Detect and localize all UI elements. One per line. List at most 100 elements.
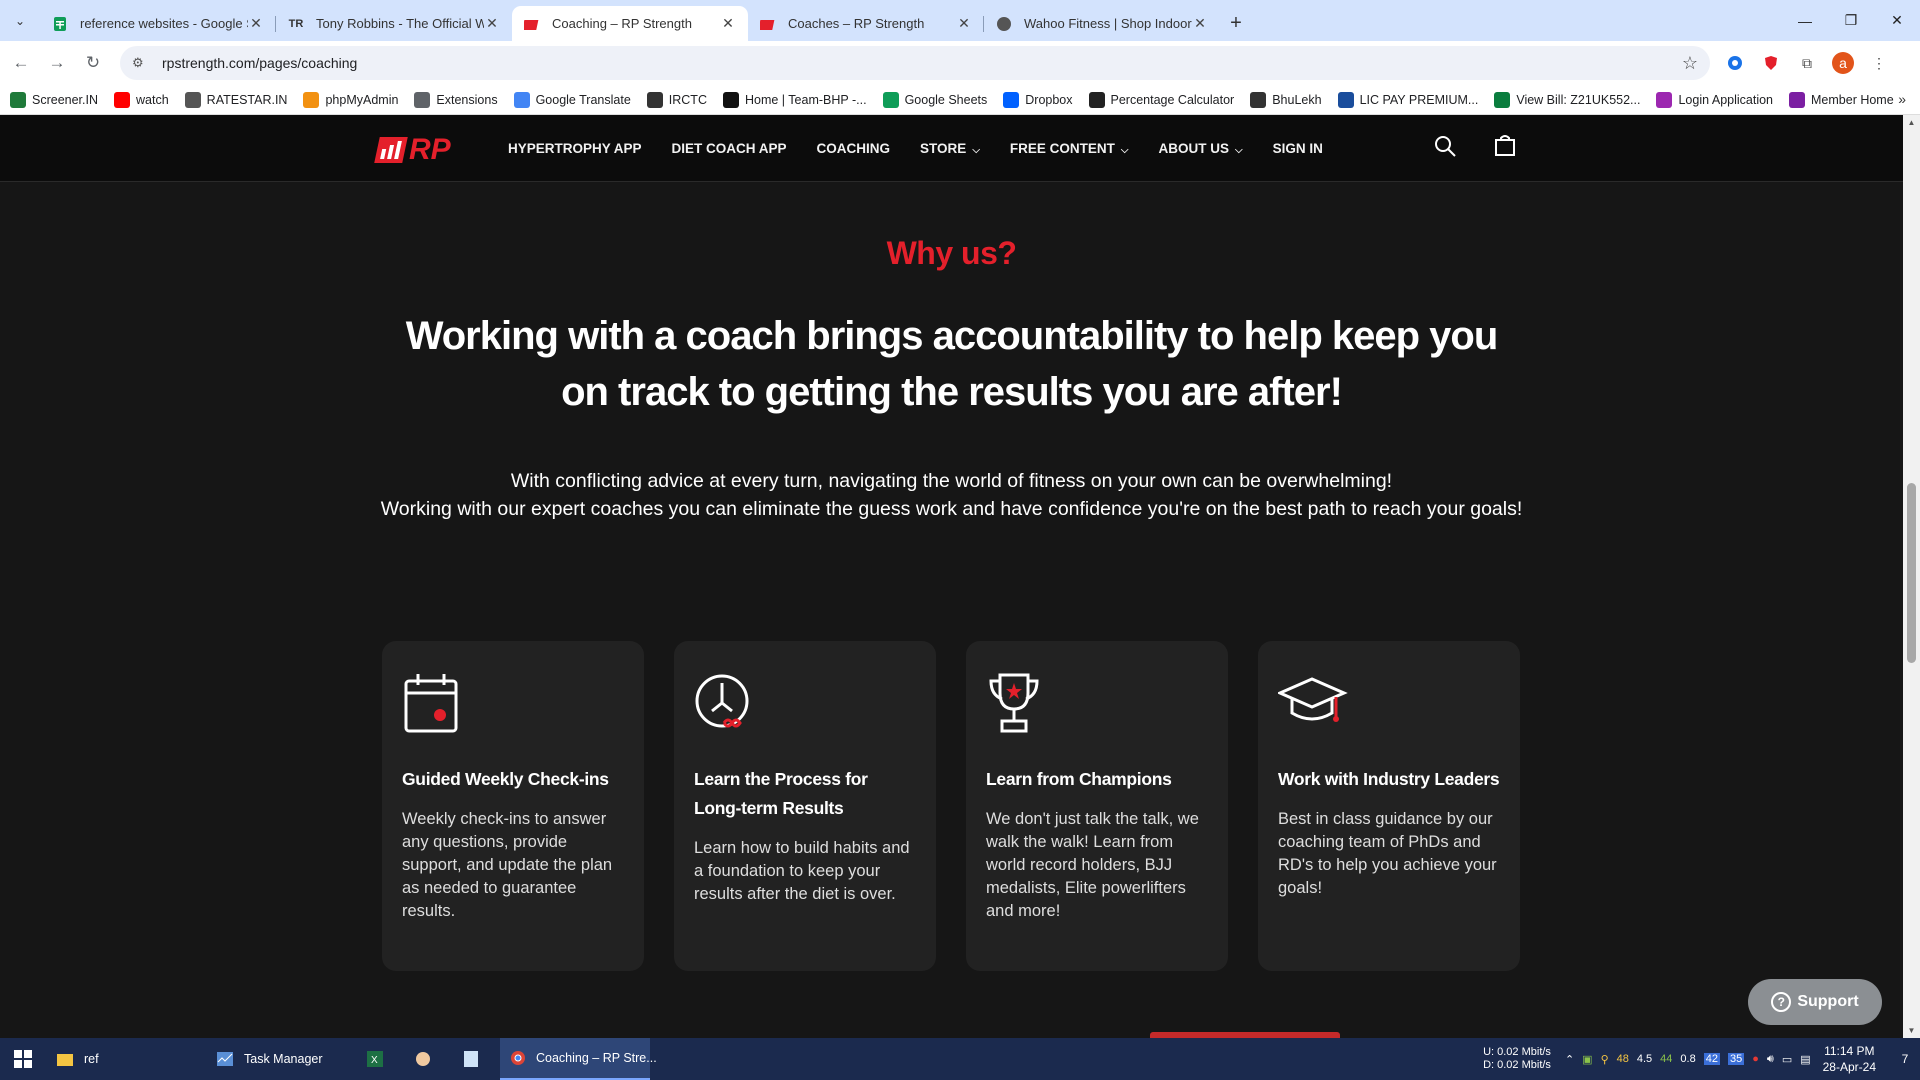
bookmark-item[interactable]: Home | Team-BHP -... [722, 91, 867, 108]
tab-reference-websites[interactable]: reference websites - Google Sh ✕ [40, 6, 276, 41]
bookmark-item[interactable]: Screener.IN [10, 91, 99, 108]
chevron-up-icon[interactable]: ⌃ [1565, 1053, 1574, 1066]
tab-tony-robbins[interactable]: TR Tony Robbins - The Official Wel ✕ [276, 6, 512, 41]
scroll-up-icon[interactable]: ▲ [1903, 118, 1920, 127]
nav-item[interactable]: HYPERTROPHY APP [508, 141, 642, 156]
address-bar[interactable]: ⚙ rpstrength.com/pages/coaching ☆ [120, 46, 1710, 80]
bookmark-item[interactable]: phpMyAdmin [303, 91, 398, 108]
bookmark-item[interactable]: Google Sheets [882, 91, 987, 108]
bookmark-item[interactable]: View Bill: Z21UK552... [1494, 91, 1640, 108]
chrome-icon [510, 1049, 526, 1067]
url-text[interactable]: rpstrength.com/pages/coaching [162, 55, 1682, 71]
card-text: We don't just talk the talk, we walk the… [986, 810, 1199, 920]
bookmark-item[interactable]: Percentage Calculator [1088, 91, 1234, 108]
taskbar-item-excel[interactable]: X [356, 1038, 404, 1080]
search-icon[interactable] [1432, 133, 1458, 159]
close-tab-icon[interactable]: ✕ [956, 15, 972, 32]
bookmark-item[interactable]: RATESTAR.IN [184, 91, 287, 108]
tab-title: Tony Robbins - The Official Wel [316, 16, 484, 31]
menu-icon[interactable]: ⋮ [1868, 52, 1890, 74]
nav-label: DIET COACH APP [671, 141, 787, 156]
bookmark-item[interactable]: Dropbox [1003, 91, 1073, 108]
bookmark-item[interactable]: BhuLekh [1250, 91, 1322, 108]
tray-app-icon[interactable]: ▣ [1582, 1053, 1592, 1066]
tray-badge[interactable]: 35 [1727, 1053, 1745, 1065]
security-icon[interactable]: ● [1752, 1053, 1759, 1065]
bookmark-star-icon[interactable]: ☆ [1682, 53, 1698, 74]
network-icon[interactable]: ▤ [1800, 1053, 1810, 1066]
close-tab-icon[interactable]: ✕ [248, 15, 264, 32]
bookmark-item[interactable]: LIC PAY PREMIUM... [1337, 91, 1478, 108]
tab-coaches-rp-strength[interactable]: Coaches – RP Strength ✕ [748, 6, 984, 41]
avatar[interactable]: a [1832, 52, 1854, 74]
scroll-down-icon[interactable]: ▼ [1903, 1026, 1920, 1035]
close-window-icon[interactable]: ✕ [1874, 0, 1920, 41]
bookmark-item[interactable]: watch [114, 91, 169, 108]
card-title: Learn the Process for Long-term Results [694, 769, 868, 818]
bookmark-favicon-icon [1494, 91, 1511, 108]
nav-item[interactable]: DIET COACH APP [672, 141, 787, 156]
tab-search-icon[interactable]: ⌄ [0, 0, 40, 41]
chevron-down-icon: ⌵ [972, 145, 980, 156]
bookmark-favicon-icon [10, 91, 26, 108]
close-tab-icon[interactable]: ✕ [720, 15, 736, 32]
new-tab-button[interactable]: + [1220, 6, 1252, 41]
tray-badge[interactable]: 42 [1703, 1053, 1720, 1065]
bookmark-label: watch [136, 92, 169, 107]
calendar-icon [402, 671, 624, 735]
back-icon[interactable]: ← [6, 48, 36, 78]
page-viewport: RP HYPERTROPHY APP DIET COACH APP COACHING… [0, 115, 1903, 1038]
minimize-icon[interactable]: — [1782, 0, 1828, 41]
nav-item[interactable]: COACHING [817, 141, 891, 156]
scrollbar-thumb[interactable] [1907, 483, 1916, 663]
taskbar-item-chrome[interactable]: Coaching – RP Stre... [500, 1038, 657, 1080]
tab-title: Wahoo Fitness | Shop Indoor Bi [1024, 16, 1192, 31]
battery-icon[interactable]: ▭ [1782, 1053, 1792, 1066]
site-info-icon[interactable]: ⚙ [132, 55, 152, 71]
bookmark-label: Home | Team-BHP -... [744, 92, 867, 107]
search-icon[interactable]: ⚲ [1601, 1053, 1609, 1066]
bookmark-item[interactable]: Google Translate [513, 91, 631, 108]
clock[interactable]: 11:14 PM 28-Apr-24 [1823, 1043, 1876, 1075]
support-button[interactable]: ? Support [1748, 979, 1882, 1025]
taskbar-item-ref[interactable]: ref [46, 1038, 206, 1080]
taskbar-item-task-manager[interactable]: Task Manager [206, 1038, 356, 1080]
bookmark-favicon-icon [1250, 91, 1267, 108]
tab-coaching-rp-strength[interactable]: Coaching – RP Strength ✕ [512, 6, 748, 41]
bookmarks-overflow-icon[interactable]: » [1898, 91, 1906, 107]
support-label: Support [1797, 993, 1859, 1010]
volume-icon[interactable]: 🔊︎ [1767, 1053, 1774, 1066]
puzzle-icon[interactable]: ⧉ [1796, 52, 1818, 74]
notepad-icon [462, 1050, 480, 1068]
card-title: Learn from Champions [986, 769, 1172, 789]
close-tab-icon[interactable]: ✕ [484, 15, 500, 32]
bookmark-item[interactable]: Login Application [1656, 91, 1773, 108]
forward-icon[interactable]: → [42, 48, 72, 78]
nav-item[interactable]: SIGN IN [1273, 141, 1323, 156]
close-tab-icon[interactable]: ✕ [1192, 15, 1208, 32]
cart-icon[interactable] [1492, 133, 1518, 159]
bookmark-label: Screener.IN [32, 92, 99, 107]
nav-item[interactable]: FREE CONTENT ⌵ [1010, 141, 1129, 156]
extensions-area: ⧉ a ⋮ [1724, 52, 1890, 74]
page-scrollbar[interactable]: ▲ ▼ [1903, 115, 1920, 1038]
browser-toolbar: ← → ↻ ⚙ rpstrength.com/pages/coaching ☆ … [0, 41, 1920, 85]
taskbar-item-app[interactable] [404, 1038, 452, 1080]
tab-wahoo-fitness[interactable]: Wahoo Fitness | Shop Indoor Bi ✕ [984, 6, 1220, 41]
windows-start-icon[interactable] [0, 1038, 46, 1080]
benefit-card: Guided Weekly Check-ins Weekly check-ins… [382, 641, 644, 971]
reload-icon[interactable]: ↻ [78, 48, 108, 78]
rp-logo[interactable]: RP [374, 133, 451, 167]
extension-icon[interactable] [1724, 52, 1746, 74]
nav-item[interactable]: STORE ⌵ [920, 141, 980, 156]
bookmark-item[interactable]: IRCTC [646, 91, 707, 108]
shield-icon[interactable] [1760, 52, 1782, 74]
bookmark-label: Dropbox [1025, 92, 1073, 107]
taskbar-item-notepad[interactable] [452, 1038, 500, 1080]
nav-item[interactable]: ABOUT US ⌵ [1159, 141, 1243, 156]
bookmark-item[interactable]: Extensions [414, 91, 498, 108]
bookmark-item[interactable]: Member Home [1789, 91, 1894, 108]
restore-icon[interactable]: ❐ [1828, 0, 1874, 41]
tab-title: Coaching – RP Strength [552, 16, 692, 31]
notification-icon[interactable]: 7 [1890, 1038, 1920, 1080]
